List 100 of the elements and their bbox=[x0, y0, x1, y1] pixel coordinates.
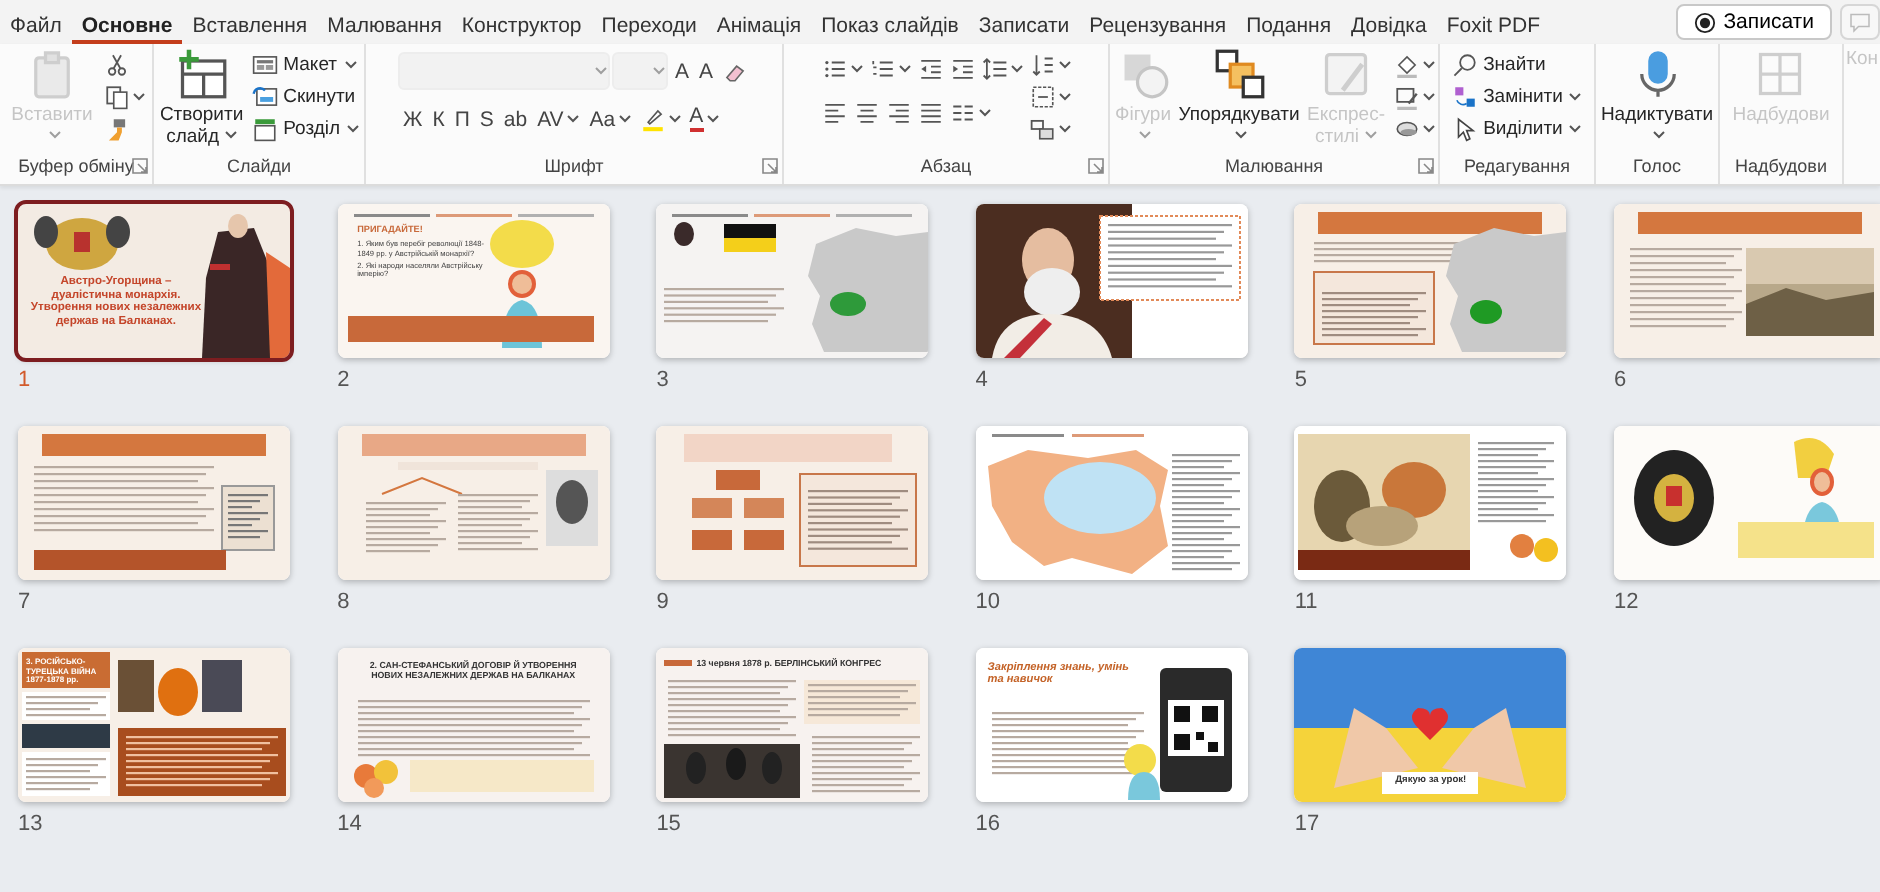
ribbon-tab[interactable]: Малювання bbox=[317, 0, 452, 44]
slide-thumbnail[interactable] bbox=[337, 426, 610, 580]
slide-thumbnail[interactable] bbox=[1613, 426, 1880, 580]
ribbon-tab[interactable]: Файл bbox=[0, 0, 72, 44]
group-label: Слайди bbox=[226, 156, 292, 176]
caret-icon bbox=[594, 66, 609, 76]
paintbrush-icon bbox=[104, 115, 130, 141]
ribbon-tab[interactable]: Анімація bbox=[706, 0, 812, 44]
ribbon-button[interactable]: Замінити bbox=[1449, 80, 1585, 112]
slide-number: 1 bbox=[18, 366, 31, 394]
format-button[interactable]: AV bbox=[533, 102, 584, 136]
ribbon-tab[interactable]: Подання bbox=[1236, 0, 1342, 44]
ribbon-tab[interactable]: Записати bbox=[968, 0, 1080, 44]
group-label: Редагування bbox=[1464, 156, 1570, 176]
icon-button[interactable] bbox=[102, 80, 148, 112]
group-label: Абзац bbox=[920, 156, 972, 176]
bullet-list-icon bbox=[821, 55, 847, 81]
ribbon-tab[interactable]: Foxit PDF bbox=[1436, 0, 1550, 44]
slide-number: 8 bbox=[337, 588, 350, 616]
outline-icon bbox=[1393, 83, 1420, 109]
ribbon-tab[interactable]: Конструктор bbox=[451, 0, 592, 44]
scissors-icon bbox=[104, 51, 130, 77]
reset-icon bbox=[251, 83, 278, 109]
quick-styles-icon bbox=[1320, 48, 1373, 100]
copy-icon bbox=[104, 83, 130, 109]
slide-number: 4 bbox=[975, 366, 988, 394]
record-button[interactable]: Записати bbox=[1675, 4, 1832, 40]
format-button[interactable]: Aa bbox=[585, 102, 636, 136]
layout-icon bbox=[251, 51, 278, 77]
slide-thumbnail[interactable] bbox=[975, 426, 1248, 580]
ribbon-tab[interactable]: Переходи bbox=[591, 0, 707, 44]
align-text-icon bbox=[1029, 83, 1055, 109]
comment-icon bbox=[1848, 10, 1872, 34]
search-icon bbox=[1451, 51, 1478, 77]
section-icon bbox=[251, 115, 278, 141]
format-button[interactable]: Ж bbox=[398, 102, 427, 136]
slide-number: 13 bbox=[18, 810, 43, 838]
align-right-icon bbox=[885, 99, 911, 125]
ribbon-button[interactable]: Виділити bbox=[1449, 112, 1585, 144]
highlighter-icon bbox=[639, 106, 666, 132]
icon-button[interactable] bbox=[979, 52, 1025, 84]
ribbon-button[interactable]: Скинути bbox=[249, 80, 363, 112]
group-label: Голос bbox=[1633, 156, 1681, 176]
slide-number: 5 bbox=[1294, 366, 1307, 394]
slide-number: 16 bbox=[975, 810, 1001, 838]
justify-icon bbox=[917, 99, 943, 125]
text-direction-icon bbox=[1029, 51, 1055, 77]
dialog-launcher-icon[interactable] bbox=[132, 158, 148, 174]
slide-thumbnail[interactable] bbox=[1613, 204, 1880, 358]
format-button[interactable]: ab bbox=[499, 102, 532, 136]
numbered-list-icon bbox=[869, 55, 895, 81]
ribbon-tab[interactable]: Основне bbox=[71, 0, 183, 44]
slide-number: 6 bbox=[1613, 366, 1627, 394]
format-button[interactable]: A bbox=[685, 102, 724, 136]
format-button[interactable]: П bbox=[450, 102, 474, 136]
outdent-icon bbox=[917, 55, 943, 81]
group-label: Надбудови bbox=[1735, 156, 1827, 176]
slide-number: 14 bbox=[337, 810, 362, 838]
format-button[interactable]: К bbox=[428, 102, 449, 136]
ribbon-tab[interactable]: Вставлення bbox=[182, 0, 318, 44]
grid-icon bbox=[1754, 48, 1807, 100]
group-label: Малювання bbox=[1224, 156, 1324, 176]
slide-number: 11 bbox=[1294, 588, 1318, 616]
dialog-launcher-icon[interactable] bbox=[1088, 158, 1104, 174]
slide-number: 3 bbox=[656, 366, 669, 394]
slide-thumbnail[interactable] bbox=[18, 426, 290, 580]
ribbon-button[interactable]: Розділ bbox=[249, 112, 363, 144]
ribbon-button[interactable]: Упорядкувати bbox=[1177, 48, 1302, 148]
fill-icon bbox=[1393, 51, 1420, 77]
format-button[interactable]: S bbox=[475, 102, 498, 136]
indent-icon bbox=[949, 55, 975, 81]
slide-number: 9 bbox=[656, 588, 669, 616]
format-button[interactable]: A bbox=[695, 54, 718, 88]
slide-number: 10 bbox=[975, 588, 1001, 616]
ribbon-tab[interactable]: Показ слайдів bbox=[811, 0, 969, 44]
dialog-launcher-icon[interactable] bbox=[762, 158, 778, 174]
ribbon-button[interactable]: Макет bbox=[249, 48, 363, 80]
replace-icon bbox=[1451, 83, 1478, 109]
ribbon-button[interactable]: Знайти bbox=[1449, 48, 1585, 80]
align-left-icon bbox=[821, 99, 847, 125]
slide-number: 7 bbox=[18, 588, 31, 616]
ribbon-button[interactable]: Створити слайд bbox=[155, 48, 248, 148]
ribbon-tab[interactable]: Довідка bbox=[1341, 0, 1437, 44]
slide-number: 12 bbox=[1613, 588, 1639, 616]
icon-button[interactable] bbox=[1027, 80, 1073, 112]
group-label: Шрифт bbox=[544, 156, 604, 176]
diagram-icon bbox=[1029, 115, 1055, 141]
record-icon bbox=[1693, 11, 1716, 33]
slide-number: 2 bbox=[337, 366, 350, 394]
slide-number: 15 bbox=[656, 810, 681, 838]
align-center-icon bbox=[853, 99, 879, 125]
slide-thumbnail[interactable] bbox=[656, 426, 929, 580]
ribbon-tab[interactable]: Рецензування bbox=[1079, 0, 1237, 44]
caret-icon bbox=[652, 66, 667, 76]
ribbon-button[interactable]: Надиктувати bbox=[1596, 48, 1718, 148]
format-button[interactable]: A bbox=[670, 54, 693, 88]
dialog-launcher-icon[interactable] bbox=[1418, 158, 1434, 174]
group-label: Буфер обміну bbox=[18, 156, 134, 176]
slide-thumbnail[interactable] bbox=[1294, 204, 1567, 358]
line-spacing-icon bbox=[981, 55, 1007, 81]
